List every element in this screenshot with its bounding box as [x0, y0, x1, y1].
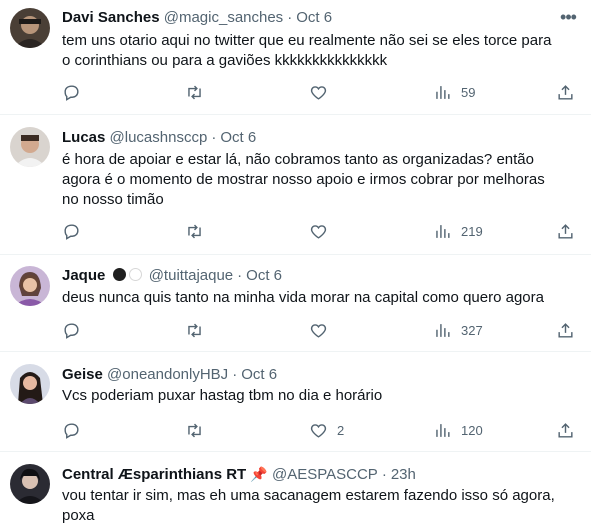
- tweet[interactable]: Jaque @tuittajaque · Oct 6 deus nunca quis…: [0, 255, 591, 352]
- tweet-time[interactable]: Oct 6: [220, 129, 256, 146]
- share-button[interactable]: [556, 77, 575, 107]
- retweet-button[interactable]: [185, 315, 213, 345]
- tweet-time[interactable]: Oct 6: [246, 267, 282, 284]
- like-button[interactable]: 2: [309, 415, 344, 445]
- views-chart-icon: [436, 323, 450, 337]
- tweet-text: é hora de apoiar e estar lá, não cobramo…: [62, 151, 545, 208]
- separator-dot: ·: [287, 9, 293, 26]
- retweet-button[interactable]: [185, 415, 213, 445]
- tweet-text: deus nunca quis tanto na minha vida mora…: [62, 289, 544, 306]
- tweet-actions: 327: [52, 315, 582, 345]
- share-icon: [558, 422, 573, 438]
- tweet-header: Geise @oneandonlyHBJ · Oct 6: [62, 365, 561, 385]
- author-name[interactable]: Jaque: [62, 267, 105, 284]
- reply-button[interactable]: [62, 315, 90, 345]
- share-button[interactable]: [556, 415, 575, 445]
- tweet-header: Lucas @lucashnsccp · Oct 6: [62, 128, 561, 148]
- tweet[interactable]: Davi Sanches @magic_sanches · Oct 6 ••• te…: [0, 0, 591, 115]
- heart-icon: [310, 423, 327, 438]
- pushpin-emoji: 📌: [250, 466, 268, 482]
- share-icon: [558, 322, 573, 338]
- separator-dot: ·: [232, 366, 238, 383]
- author-name[interactable]: Geise: [62, 366, 103, 383]
- heart-icon: [310, 224, 327, 239]
- share-icon: [558, 84, 573, 100]
- reply-icon: [64, 422, 79, 439]
- tweet-time[interactable]: Oct 6: [241, 366, 277, 383]
- separator-dot: ·: [211, 129, 217, 146]
- author-name[interactable]: Davi Sanches: [62, 9, 160, 26]
- more-icon[interactable]: •••: [559, 8, 577, 30]
- tweet-actions: 2 120: [52, 415, 582, 445]
- author-name[interactable]: Lucas: [62, 129, 105, 146]
- tweet-text: vou tentar ir sim, mas eh uma sacanagem …: [62, 487, 555, 524]
- separator-dot: ·: [381, 466, 387, 483]
- heart-icon: [310, 323, 327, 338]
- retweet-icon: [188, 323, 201, 337]
- heart-icon: [310, 85, 327, 100]
- avatar[interactable]: [10, 464, 50, 504]
- tweet-text: Vcs poderiam puxar hastag tbm no dia e h…: [62, 387, 383, 404]
- author-handle[interactable]: @tuittajaque: [149, 267, 233, 284]
- tweet-actions: 59: [52, 77, 582, 107]
- reply-button[interactable]: [62, 216, 90, 246]
- views-count: 219: [461, 223, 483, 239]
- white-circle-emoji: [128, 268, 142, 281]
- avatar[interactable]: [10, 127, 50, 167]
- author-handle[interactable]: @lucashnsccp: [110, 129, 208, 146]
- views-button[interactable]: 120: [433, 415, 483, 445]
- views-count: 59: [461, 84, 476, 100]
- views-button[interactable]: 59: [433, 77, 475, 107]
- views-chart-icon: [436, 224, 450, 238]
- share-icon: [558, 223, 573, 239]
- retweet-button[interactable]: [185, 216, 213, 246]
- like-button[interactable]: [309, 315, 337, 345]
- author-name[interactable]: Central Æsparinthians RT: [62, 466, 246, 483]
- reply-icon: [64, 322, 79, 339]
- views-count: 120: [461, 422, 483, 438]
- reply-icon: [64, 84, 79, 101]
- reply-button[interactable]: [62, 77, 90, 107]
- avatar[interactable]: [10, 364, 50, 404]
- retweet-icon: [188, 224, 201, 238]
- author-handle[interactable]: @magic_sanches: [164, 9, 283, 26]
- reply-icon: [64, 223, 79, 240]
- share-button[interactable]: [556, 315, 575, 345]
- tweet-actions: 219: [52, 216, 582, 246]
- retweet-icon: [188, 85, 201, 99]
- reply-button[interactable]: [62, 415, 90, 445]
- views-button[interactable]: 219: [433, 216, 483, 246]
- tweet-feed: Davi Sanches @magic_sanches · Oct 6 ••• te…: [0, 0, 591, 531]
- share-button[interactable]: [556, 216, 575, 246]
- like-button[interactable]: [309, 216, 337, 246]
- like-button[interactable]: [309, 77, 337, 107]
- tweet-header: Central Æsparinthians RT 📌 @AESPASCCP · 23…: [62, 464, 561, 485]
- views-button[interactable]: 327: [433, 315, 483, 345]
- views-chart-icon: [436, 85, 450, 99]
- black-circle-emoji: [112, 268, 126, 281]
- tweet[interactable]: Lucas @lucashnsccp · Oct 6 é hora de apoia…: [0, 115, 591, 255]
- author-handle[interactable]: @oneandonlyHBJ: [107, 366, 228, 383]
- tweet-time[interactable]: 23h: [391, 466, 416, 483]
- like-count: 2: [337, 422, 345, 438]
- tweet-header: Davi Sanches @magic_sanches · Oct 6: [62, 8, 561, 28]
- author-handle[interactable]: @AESPASCCP: [272, 466, 378, 483]
- views-chart-icon: [436, 423, 450, 437]
- tweet-text: tem uns otario aqui no twitter que eu re…: [62, 32, 552, 69]
- avatar[interactable]: [10, 8, 50, 48]
- separator-dot: ·: [237, 267, 243, 284]
- tweet[interactable]: Geise @oneandonlyHBJ · Oct 6 Vcs poderiam …: [0, 352, 591, 452]
- avatar[interactable]: [10, 266, 50, 306]
- tweet-header: Jaque @tuittajaque · Oct 6: [62, 266, 561, 286]
- tweet[interactable]: Central Æsparinthians RT 📌 @AESPASCCP · 23…: [0, 452, 591, 531]
- tweet-time[interactable]: Oct 6: [296, 9, 332, 26]
- views-count: 327: [461, 322, 483, 338]
- retweet-icon: [188, 423, 201, 437]
- retweet-button[interactable]: [185, 77, 213, 107]
